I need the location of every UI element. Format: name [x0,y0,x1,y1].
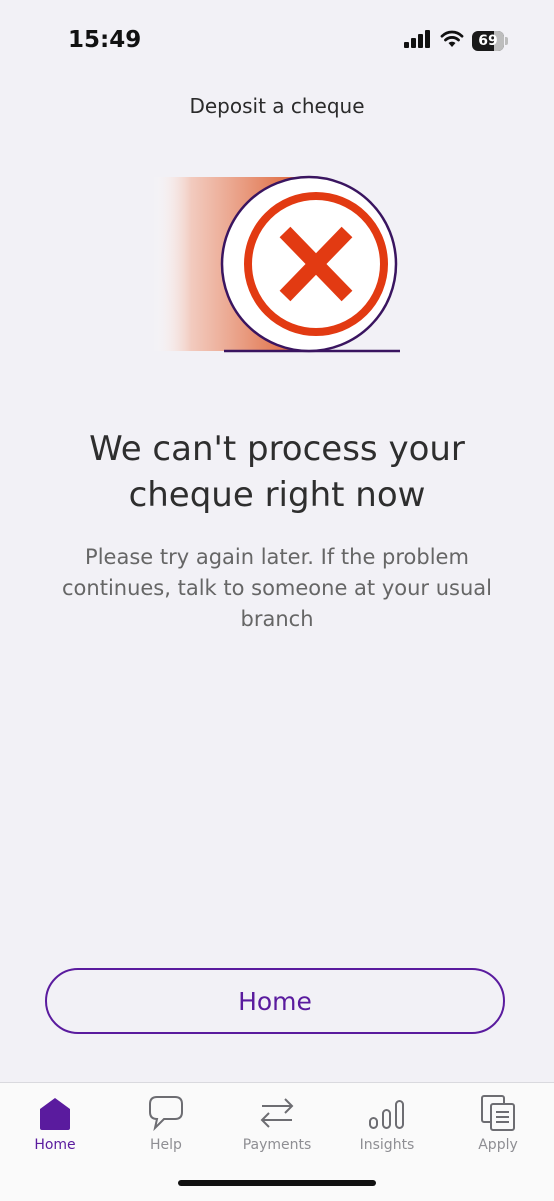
status-bar: 15:49 69 [0,0,554,80]
tab-insights[interactable]: Insights [332,1083,442,1163]
tab-home[interactable]: Home [0,1083,110,1163]
transfer-arrows-icon [257,1093,297,1133]
tab-label: Apply [478,1137,518,1153]
chat-bubble-icon [146,1093,186,1133]
battery-icon: 69 [472,31,510,51]
tab-help[interactable]: Help [111,1083,221,1163]
wifi-icon [440,30,464,52]
documents-icon [478,1093,518,1133]
tab-label: Insights [359,1137,415,1153]
signal-icon [404,30,432,52]
screen-title: Deposit a cheque [189,94,365,118]
error-headline: We can't process your cheque right now [89,429,465,515]
tab-apply[interactable]: Apply [443,1083,553,1163]
status-time: 15:49 [68,27,142,53]
home-button[interactable]: Home [45,968,505,1034]
tab-payments[interactable]: Payments [222,1083,332,1163]
tab-label: Payments [242,1137,312,1153]
tab-label: Home [34,1137,76,1153]
home-indicator[interactable] [178,1180,376,1186]
home-icon [35,1093,75,1133]
error-message: Please try again later. If the problem c… [62,545,492,631]
insights-icon [367,1093,407,1133]
tab-label: Help [150,1137,182,1153]
error-illustration [150,170,410,360]
status-icons: 69 [404,30,510,52]
battery-percentage: 69 [478,33,498,49]
